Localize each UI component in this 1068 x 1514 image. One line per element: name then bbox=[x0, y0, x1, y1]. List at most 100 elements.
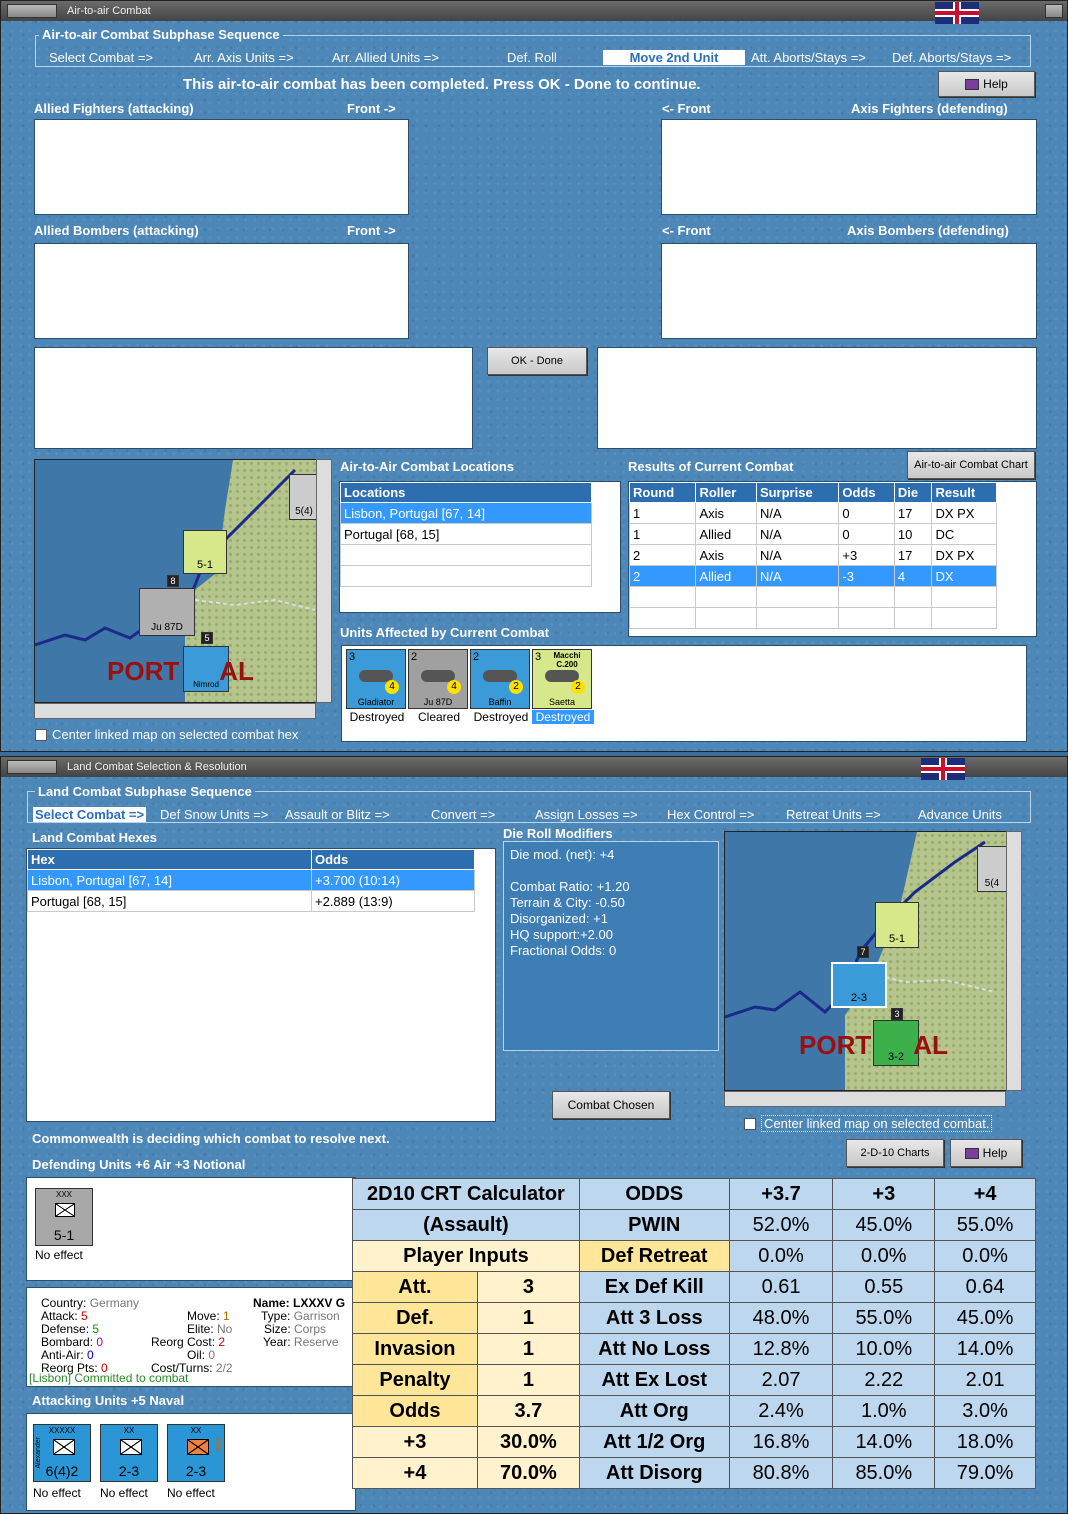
tab-advance-units[interactable]: Advance Units bbox=[918, 807, 1002, 822]
map-stack-badge-a: 7 bbox=[857, 946, 869, 958]
axis-bombers-front: <- Front bbox=[662, 223, 711, 238]
land-center-map-checkbox[interactable] bbox=[744, 1118, 756, 1130]
map-xvi-garr-value: 5-1 bbox=[197, 559, 213, 571]
help-button[interactable]: Help bbox=[950, 1139, 1022, 1167]
defending-units-box[interactable]: XXX 5-1 No effect bbox=[26, 1177, 356, 1281]
hex-row[interactable]: Portugal [68, 15] +2.889 (13:9) bbox=[27, 890, 475, 912]
window-menu-button[interactable] bbox=[7, 4, 57, 18]
combat-chosen-button[interactable]: Combat Chosen bbox=[552, 1091, 670, 1119]
land-window-titlebar[interactable]: Land Combat Selection & Resolution bbox=[1, 757, 1067, 777]
attacker-unit-value: 6(4)2 bbox=[45, 1463, 79, 1479]
map-corner-counter[interactable]: 5(4) bbox=[289, 474, 319, 520]
air-unit-counter[interactable]: 2 4 Ju 87D bbox=[408, 649, 468, 709]
info-size-value: Corps bbox=[294, 1322, 327, 1336]
locations-title: Air-to-Air Combat Locations bbox=[340, 459, 515, 474]
attacker-unit-counter[interactable]: XX RSA 2-3 bbox=[167, 1424, 225, 1482]
air-window-titlebar[interactable]: Air-to-air Combat bbox=[1, 1, 1067, 21]
ok-done-button[interactable]: OK - Done bbox=[487, 347, 587, 375]
results-cell: -3 bbox=[838, 565, 895, 587]
window-close-button[interactable] bbox=[1045, 4, 1063, 18]
air-unit-counter[interactable]: 3 4 Gladiator bbox=[346, 649, 406, 709]
attacker-unit-counter[interactable]: XXXXX Alexander 6(4)2 bbox=[33, 1424, 91, 1482]
calc-input-label: Odds bbox=[352, 1395, 478, 1427]
results-row[interactable]: 2 Allied N/A -3 4 DX bbox=[628, 565, 997, 587]
2d10-charts-button[interactable]: 2-D-10 Charts bbox=[846, 1139, 944, 1167]
tab-arr-allied-units[interactable]: Arr. Allied Units => bbox=[332, 50, 439, 65]
results-table[interactable]: Round Roller Surprise Odds Die Result 1 Axis N/… bbox=[628, 481, 1037, 637]
tab-select-combat[interactable]: Select Combat => bbox=[33, 807, 147, 822]
air-combat-chart-button[interactable]: Air-to-air Combat Chart bbox=[907, 451, 1035, 479]
tab-def-snow-units[interactable]: Def Snow Units => bbox=[160, 807, 268, 822]
air-unit-strength: 2 bbox=[411, 651, 418, 663]
tab-move-2nd-unit[interactable]: Move 2nd Unit bbox=[603, 50, 745, 65]
info-bombard-value: 0 bbox=[96, 1335, 104, 1349]
attacking-units-box[interactable]: XXXXX Alexander 6(4)2 No effect XX 2-3 No effe… bbox=[26, 1413, 356, 1511]
map-selected-unit-counter[interactable]: 2-3 bbox=[831, 962, 887, 1008]
calc-value: 0.64 bbox=[934, 1271, 1036, 1303]
axis-fighters-box[interactable] bbox=[661, 119, 1037, 215]
die-modifier-line: Terrain & City: -0.50 bbox=[510, 895, 625, 910]
air-map-vscroll[interactable] bbox=[316, 459, 332, 703]
calc-value: 79.0% bbox=[934, 1457, 1036, 1489]
calc-value: 1.0% bbox=[832, 1395, 936, 1427]
axis-bombers-box[interactable] bbox=[661, 243, 1037, 339]
results-cell: Axis bbox=[695, 502, 757, 524]
map-corner-value: 5(4 bbox=[984, 878, 1000, 889]
map-ju87-counter[interactable]: Ju 87D bbox=[139, 588, 195, 636]
map-corner-counter[interactable]: 5(4 bbox=[977, 846, 1007, 892]
tab-retreat-units[interactable]: Retreat Units => bbox=[786, 807, 881, 822]
defender-unit-counter[interactable]: XXX 5-1 bbox=[35, 1188, 93, 1246]
locations-row[interactable]: Portugal [68, 15] bbox=[340, 523, 592, 545]
air-unit-counter[interactable]: 2 2 Baffin bbox=[470, 649, 530, 709]
infantry-symbol-icon bbox=[55, 1203, 75, 1217]
land-subphase-title: Land Combat Subphase Sequence bbox=[35, 784, 255, 799]
calc-value: 0.0% bbox=[832, 1240, 936, 1272]
air-unit-range: 2 bbox=[571, 680, 585, 694]
help-button[interactable]: Help bbox=[938, 71, 1035, 97]
results-header-cell: Surprise bbox=[755, 482, 840, 503]
results-row[interactable]: 1 Allied N/A 0 10 DC bbox=[628, 523, 997, 545]
land-map-hscroll[interactable] bbox=[724, 1091, 1006, 1107]
allied-fighters-box[interactable] bbox=[34, 119, 409, 215]
map-xvi-garr-counter[interactable]: 5-1 bbox=[183, 530, 227, 574]
tab-arr-axis-units[interactable]: Arr. Axis Units => bbox=[194, 50, 294, 65]
results-cell: DX PX bbox=[931, 544, 997, 566]
help-label: Help bbox=[983, 77, 1008, 91]
results-row[interactable]: 2 Axis N/A +3 17 DX PX bbox=[628, 544, 997, 566]
tab-select-combat[interactable]: Select Combat => bbox=[49, 50, 153, 65]
tab-convert[interactable]: Convert => bbox=[431, 807, 495, 822]
locations-row[interactable]: Lisbon, Portugal [67, 14] bbox=[340, 502, 592, 524]
tab-assault-or-blitz[interactable]: Assault or Blitz => bbox=[285, 807, 390, 822]
locations-table[interactable]: Locations Lisbon, Portugal [67, 14] Port… bbox=[339, 481, 621, 613]
results-cell: 1 bbox=[628, 502, 697, 524]
land-hexes-table[interactable]: Hex Odds Lisbon, Portugal [67, 14] +3.700… bbox=[26, 848, 496, 1122]
air-mini-map[interactable]: 5-1 Ju 87D 8 Nimrod 5 5(4) PORT AL bbox=[34, 459, 332, 703]
crt-calculator: 2D10 CRT Calculator ODDS +3.7 +3 +4 (Assault)… bbox=[352, 1178, 1036, 1489]
calc-value: 85.0% bbox=[832, 1457, 936, 1489]
tab-assign-losses[interactable]: Assign Losses => bbox=[535, 807, 638, 822]
hex-row[interactable]: Lisbon, Portugal [67, 14] +3.700 (10:14) bbox=[27, 869, 475, 891]
map-xvi-garr-counter[interactable]: 5-1 bbox=[875, 902, 919, 948]
land-mini-map[interactable]: 5-1 7 2-3 3 3-2 5(4 PORT AL bbox=[724, 831, 1022, 1091]
air-unit-range: 2 bbox=[509, 680, 523, 694]
results-header-cell: Roller bbox=[695, 482, 757, 503]
info-defense-value: 5 bbox=[92, 1322, 100, 1336]
attacker-unit-counter[interactable]: XX 2-3 bbox=[100, 1424, 158, 1482]
window-menu-button[interactable] bbox=[7, 760, 57, 774]
calc-input-value: 1 bbox=[476, 1364, 580, 1396]
help-book-icon bbox=[965, 79, 980, 91]
air-unit-counter[interactable]: 3 Macchi C.200 2 Saetta bbox=[532, 649, 592, 709]
land-map-vscroll[interactable] bbox=[1006, 831, 1022, 1091]
calc-value: 52.0% bbox=[728, 1209, 834, 1241]
defender-unit-value: 5-1 bbox=[53, 1227, 75, 1243]
calc-row-label: Att No Loss bbox=[578, 1333, 730, 1365]
air-map-hscroll[interactable] bbox=[34, 703, 316, 719]
tab-att-aborts[interactable]: Att. Aborts/Stays => bbox=[751, 50, 866, 65]
tab-hex-control[interactable]: Hex Control => bbox=[667, 807, 754, 822]
units-affected-box[interactable]: 3 4 Gladiator Destroyed 2 4 Ju 87D Cleared 2 2 Baf… bbox=[341, 645, 1027, 742]
tab-def-aborts[interactable]: Def. Aborts/Stays => bbox=[892, 50, 1011, 65]
air-center-map-checkbox[interactable] bbox=[35, 729, 47, 741]
results-row[interactable]: 1 Axis N/A 0 17 DX PX bbox=[628, 502, 997, 524]
tab-def-roll[interactable]: Def. Roll bbox=[507, 50, 557, 65]
allied-bombers-box[interactable] bbox=[34, 243, 409, 339]
